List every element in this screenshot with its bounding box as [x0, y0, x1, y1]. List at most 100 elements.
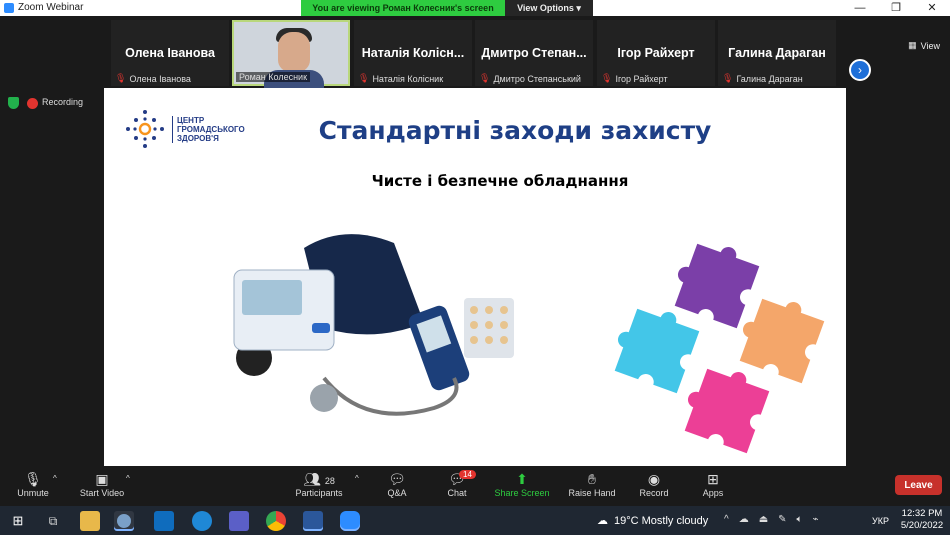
- network-icon[interactable]: ⌁: [813, 514, 819, 525]
- chevron-up-icon[interactable]: ^: [53, 474, 57, 483]
- close-button[interactable]: ✕: [914, 0, 950, 16]
- participant-sub-name: Ігор Райхерт: [615, 73, 668, 84]
- windows-taskbar: ⊞ ⧉ ☁ 19°C Mostly cloudy ^ ☁ ⏏ ✎ 🔈︎ ⌁ УКР…: [0, 506, 950, 535]
- mic-muted-icon: 🎙︎: [479, 73, 491, 83]
- participants-button[interactable]: 👥︎ 28 Participants ^: [287, 470, 358, 498]
- qa-label: Q&A: [387, 488, 407, 498]
- chevron-up-icon[interactable]: ^: [355, 474, 359, 483]
- shared-slide: ЦЕНТР ГРОМАДСЬКОГО ЗДОРОВ'Я Стандартні з…: [104, 88, 846, 466]
- participant-label: 🎙︎ Олена Іванова: [115, 73, 191, 84]
- windows-start-icon[interactable]: ⊞: [8, 511, 28, 531]
- language-indicator[interactable]: УКР: [872, 516, 889, 526]
- video-person-face: [278, 32, 310, 72]
- start-video-label: Start Video: [79, 488, 125, 498]
- window-controls: — ❐ ✕: [842, 0, 950, 16]
- mic-muted-icon: 🎙︎: [358, 73, 370, 83]
- zoom-taskbar-icon[interactable]: [340, 511, 360, 531]
- gallery-next-button[interactable]: ›: [849, 59, 871, 81]
- stethoscope-chest-piece: [310, 384, 338, 412]
- slide-subtitle: Чисте і безпечне обладнання: [371, 172, 629, 190]
- bp-monitor-button: [312, 323, 330, 333]
- participant-label: Роман Колесник: [236, 72, 311, 82]
- start-video-button[interactable]: ▣ Start Video ^: [72, 470, 132, 498]
- qa-button[interactable]: 💬︎ Q&A: [367, 470, 427, 498]
- chevron-up-icon[interactable]: ^: [724, 514, 729, 525]
- participant-name: Наталія Колісн...: [361, 46, 465, 60]
- participants-label: Participants: [295, 488, 343, 498]
- pen-icon[interactable]: ✎: [778, 514, 786, 525]
- qa-icon: 💬︎: [388, 471, 406, 487]
- puzzle-piece-pink: [684, 368, 770, 454]
- chat-unread-badge: 14: [459, 470, 476, 479]
- participant-sub-name: Галина Дараган: [736, 73, 803, 84]
- participants-count: 28: [324, 476, 335, 486]
- view-button[interactable]: ▦ View: [908, 40, 940, 51]
- outlook-icon[interactable]: [154, 511, 174, 531]
- participant-label: 🎙︎ Наталія Колісник: [358, 73, 443, 84]
- security-shield-icon[interactable]: [8, 97, 19, 109]
- record-button[interactable]: ◉ Record: [624, 470, 684, 498]
- participant-name: Дмитро Степан...: [481, 46, 587, 60]
- weather-widget[interactable]: ☁ 19°C Mostly cloudy: [597, 514, 709, 528]
- share-screen-button[interactable]: ⬆ Share Screen: [492, 470, 552, 498]
- clock-time: 12:32 PM: [901, 508, 943, 519]
- apps-icon: ⊞: [707, 471, 719, 487]
- raise-hand-label: Raise Hand: [568, 488, 616, 498]
- view-options-button[interactable]: View Options ▾: [505, 0, 593, 16]
- participant-tile[interactable]: Галина Дараган 🎙︎ Галина Дараган: [718, 20, 836, 86]
- viewing-message: You are viewing Роман Колесник's screen: [301, 0, 505, 16]
- chat-icon: 💬︎: [448, 471, 466, 487]
- bp-monitor-screen: [242, 280, 302, 315]
- system-tray: ^ ☁ ⏏ ✎ 🔈︎ ⌁: [724, 514, 819, 525]
- leave-button[interactable]: Leave: [895, 475, 942, 495]
- task-view-icon[interactable]: ⧉: [43, 511, 63, 531]
- mic-muted-icon: 🎙︎: [722, 73, 734, 83]
- record-icon: ◉: [647, 471, 661, 487]
- participant-label: 🎙︎ Ігор Райхерт: [601, 73, 668, 84]
- participants-icon: 👥︎ 28: [303, 471, 335, 487]
- clock[interactable]: 12:32 PM 5/20/2022: [896, 508, 948, 532]
- zoom-logo-icon: [4, 2, 14, 13]
- apps-button[interactable]: ⊞ Apps: [683, 470, 743, 498]
- internet-explorer-icon[interactable]: [192, 511, 212, 531]
- minimize-button[interactable]: —: [842, 0, 878, 16]
- word-icon[interactable]: [303, 511, 323, 531]
- participant-tile[interactable]: Олена Іванова 🎙︎ Олена Іванова: [111, 20, 229, 86]
- participant-gallery: Олена Іванова 🎙︎ Олена Іванова Роман Коле…: [0, 16, 950, 88]
- teams-icon[interactable]: [229, 511, 249, 531]
- pill-blister-pack: [464, 298, 514, 358]
- screen-share-banner: You are viewing Роман Колесник's screen …: [301, 0, 593, 16]
- usb-icon[interactable]: ⏏: [759, 514, 768, 525]
- participant-name: Олена Іванова: [125, 46, 215, 60]
- app-title-text: Zoom Webinar: [18, 2, 84, 13]
- participant-sub-name: Дмитро Степанський: [493, 73, 581, 84]
- recording-status: Recording: [27, 97, 84, 109]
- file-explorer-icon[interactable]: [80, 511, 100, 531]
- recording-dot-icon: [27, 97, 38, 109]
- video-off-icon: ▣: [95, 471, 109, 487]
- participant-tile-video[interactable]: Роман Колесник: [232, 20, 350, 88]
- chevron-up-icon[interactable]: ^: [126, 474, 130, 483]
- participant-tile[interactable]: Ігор Райхерт 🎙︎ Ігор Райхерт: [597, 20, 715, 86]
- volume-icon[interactable]: 🔈︎: [797, 514, 803, 525]
- puzzle-piece-orange: [739, 298, 825, 384]
- unmute-button[interactable]: 🎙︎ Unmute ^: [3, 470, 63, 498]
- chat-button[interactable]: 💬︎ Chat 14: [427, 470, 487, 498]
- share-screen-icon: ⬆: [516, 471, 528, 487]
- raise-hand-button[interactable]: ✋︎ Raise Hand: [562, 470, 622, 498]
- participant-name: Галина Дараган: [728, 46, 826, 60]
- chat-label: Chat: [447, 488, 467, 498]
- participant-tile[interactable]: Наталія Колісн... 🎙︎ Наталія Колісник: [354, 20, 472, 86]
- medical-equipment-image: [233, 234, 514, 416]
- restore-button[interactable]: ❐: [878, 0, 914, 16]
- puzzle-pieces-image: [614, 243, 825, 454]
- raise-hand-icon: ✋︎: [588, 471, 596, 487]
- chrome-icon[interactable]: [266, 511, 286, 531]
- apps-label: Apps: [702, 488, 724, 498]
- participant-tile[interactable]: Дмитро Степан... 🎙︎ Дмитро Степанський: [475, 20, 593, 86]
- clock-date: 5/20/2022: [900, 520, 944, 531]
- weather-text: 19°C Mostly cloudy: [614, 514, 709, 527]
- recording-label: Recording: [42, 97, 84, 108]
- onedrive-icon[interactable]: ☁: [739, 514, 749, 525]
- paint-icon[interactable]: [114, 511, 134, 531]
